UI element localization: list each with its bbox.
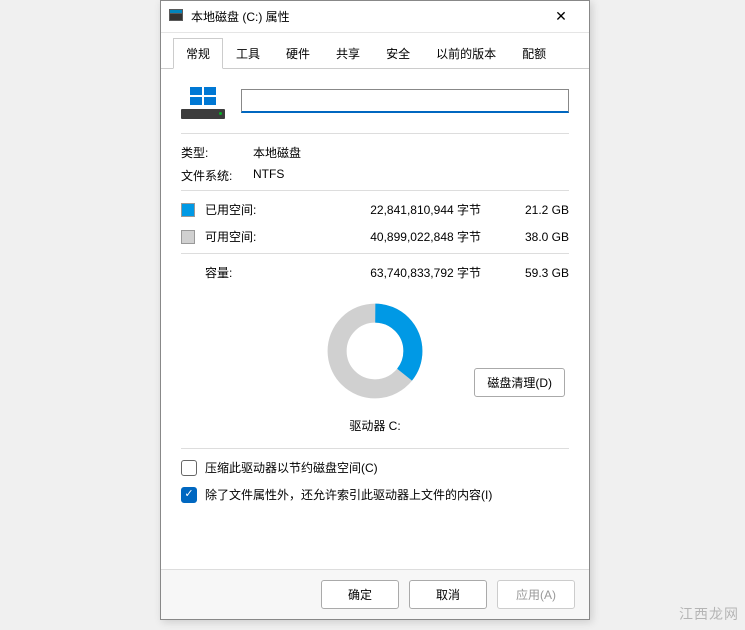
filesystem-label: 文件系统:	[181, 167, 253, 184]
volume-label-input[interactable]	[241, 89, 569, 113]
compress-checkbox[interactable]	[181, 460, 197, 476]
type-label: 类型:	[181, 144, 253, 161]
tab-quota[interactable]: 配额	[509, 38, 559, 69]
titlebar: 本地磁盘 (C:) 属性 ✕	[161, 1, 589, 33]
capacity-label: 容量:	[205, 264, 281, 281]
drive-caption: 驱动器 C:	[181, 417, 569, 434]
index-label: 除了文件属性外，还允许索引此驱动器上文件的内容(I)	[205, 486, 492, 503]
tab-general[interactable]: 常规	[173, 38, 223, 69]
divider	[181, 190, 569, 191]
tab-previous-versions[interactable]: 以前的版本	[423, 38, 509, 69]
free-space-swatch	[181, 230, 195, 244]
used-space-bytes: 22,841,810,944 字节	[287, 201, 501, 218]
divider	[181, 133, 569, 134]
filesystem-value: NTFS	[253, 167, 284, 184]
used-space-swatch	[181, 203, 195, 217]
divider	[181, 448, 569, 449]
apply-button[interactable]: 应用(A)	[497, 580, 575, 609]
compress-checkbox-row[interactable]: 压缩此驱动器以节约磁盘空间(C)	[181, 459, 569, 476]
index-checkbox[interactable]	[181, 487, 197, 503]
drive-icon	[169, 9, 185, 25]
capacity-gb: 59.3 GB	[507, 266, 569, 280]
button-bar: 确定 取消 应用(A)	[161, 569, 589, 619]
compress-label: 压缩此驱动器以节约磁盘空间(C)	[205, 459, 378, 476]
tab-strip: 常规 工具 硬件 共享 安全 以前的版本 配额	[161, 33, 589, 69]
close-button[interactable]: ✕	[541, 1, 581, 32]
free-space-bytes: 40,899,022,848 字节	[287, 228, 501, 245]
usage-donut-chart	[325, 301, 425, 401]
type-value: 本地磁盘	[253, 144, 301, 161]
divider	[181, 253, 569, 254]
tab-content: 类型: 本地磁盘 文件系统: NTFS 已用空间: 22,841,810,944…	[161, 69, 589, 569]
tab-tools[interactable]: 工具	[223, 38, 273, 69]
tab-hardware[interactable]: 硬件	[273, 38, 323, 69]
index-checkbox-row[interactable]: 除了文件属性外，还允许索引此驱动器上文件的内容(I)	[181, 486, 569, 503]
cancel-button[interactable]: 取消	[409, 580, 487, 609]
capacity-bytes: 63,740,833,792 字节	[287, 264, 501, 281]
free-space-label: 可用空间:	[205, 228, 281, 245]
properties-dialog: 本地磁盘 (C:) 属性 ✕ 常规 工具 硬件 共享 安全 以前的版本 配额 类…	[160, 0, 590, 620]
tab-security[interactable]: 安全	[373, 38, 423, 69]
window-title: 本地磁盘 (C:) 属性	[191, 8, 541, 25]
used-space-label: 已用空间:	[205, 201, 281, 218]
disk-cleanup-button[interactable]: 磁盘清理(D)	[474, 368, 565, 397]
watermark: 江西龙网	[679, 604, 739, 624]
ok-button[interactable]: 确定	[321, 580, 399, 609]
used-space-gb: 21.2 GB	[507, 203, 569, 217]
volume-icon	[181, 83, 225, 119]
usage-chart-area: 磁盘清理(D)	[181, 291, 569, 411]
tab-sharing[interactable]: 共享	[323, 38, 373, 69]
free-space-gb: 38.0 GB	[507, 230, 569, 244]
